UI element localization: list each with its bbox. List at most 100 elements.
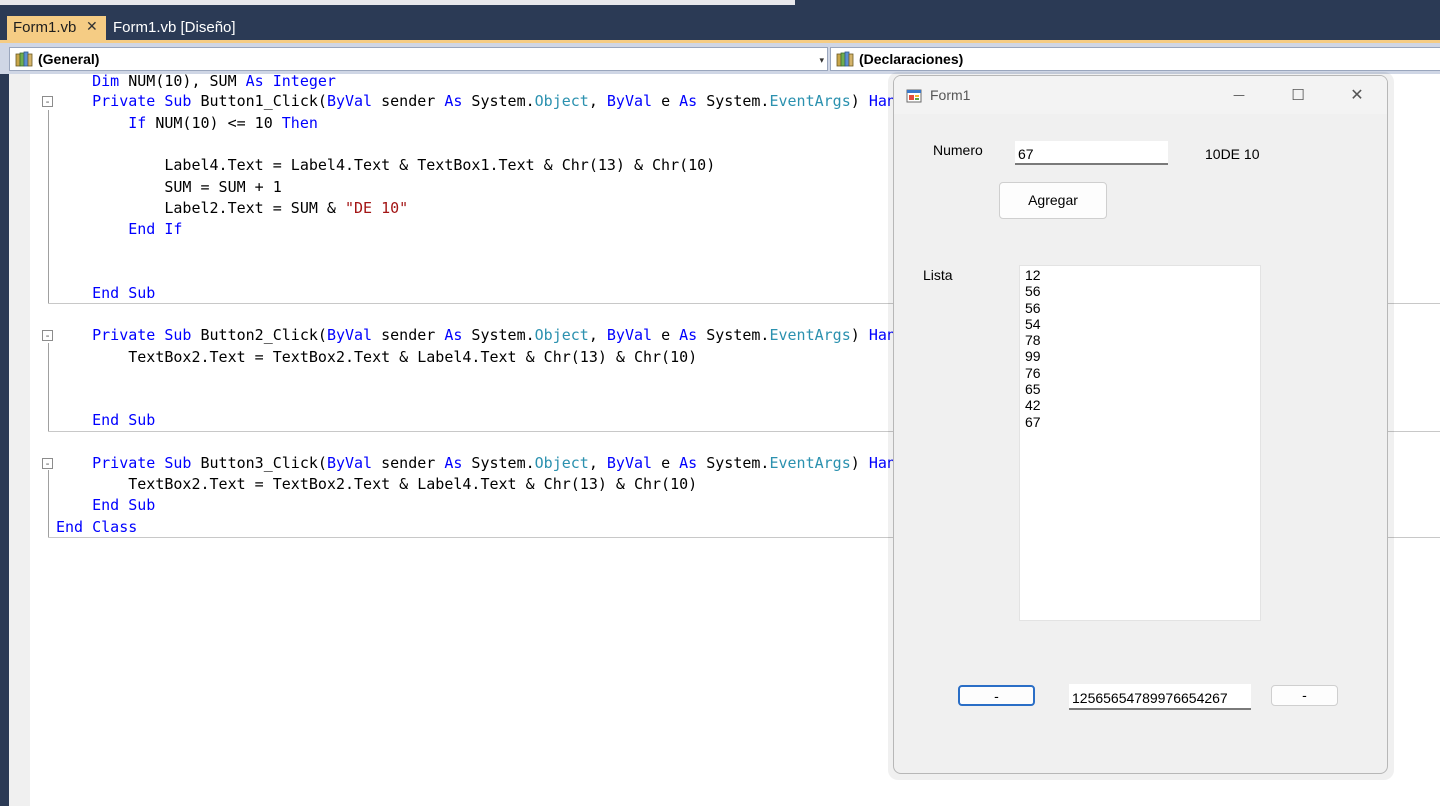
code-line[interactable]: SUM = SUM + 1 <box>56 177 281 197</box>
textbox2[interactable] <box>1069 684 1251 710</box>
editor-gutter <box>9 74 30 806</box>
code-token: e <box>652 92 680 110</box>
code-token: sender <box>372 326 445 344</box>
code-token: ByVal <box>606 92 653 110</box>
code-token: Button3_Click( <box>191 454 327 472</box>
chevron-down-icon[interactable]: ▾ <box>819 55 824 66</box>
form-titlebar[interactable]: Form1 — ☐ ✕ <box>894 76 1387 114</box>
minimize-button[interactable]: — <box>1216 82 1262 108</box>
code-token: , <box>588 454 607 472</box>
code-token: As <box>679 454 698 472</box>
numero-textbox[interactable] <box>1015 141 1168 165</box>
code-line[interactable]: Private Sub Button3_Click(ByVal sender A… <box>56 453 896 473</box>
code-token: Sub <box>128 496 156 514</box>
code-token: Sub <box>164 454 192 472</box>
code-line[interactable]: If NUM(10) <= 10 Then <box>56 113 318 133</box>
button2[interactable]: - <box>958 685 1035 706</box>
list-item: 67 <box>1025 413 1041 430</box>
code-token: As <box>679 326 698 344</box>
code-token: ) <box>850 326 869 344</box>
code-token: sender <box>372 454 445 472</box>
code-token: End <box>128 220 156 238</box>
code-token: Private <box>92 454 156 472</box>
list-item: 56 <box>1025 299 1041 316</box>
code-token: System. <box>697 454 770 472</box>
list-item: 42 <box>1025 397 1041 414</box>
code-token: End <box>56 518 84 536</box>
code-token: System. <box>462 326 535 344</box>
code-line[interactable]: TextBox2.Text = TextBox2.Text & Label4.T… <box>56 474 697 494</box>
code-token: Object <box>534 92 589 110</box>
close-icon[interactable]: ✕ <box>86 18 98 35</box>
code-token: As <box>444 454 463 472</box>
code-line[interactable]: End Sub <box>56 283 155 303</box>
close-button[interactable]: ✕ <box>1334 82 1380 108</box>
navigation-bar: (General) ▾ (Declaraciones) <box>0 43 1440 74</box>
class-view-icon <box>15 51 33 67</box>
declarations-dropdown[interactable]: (Declaraciones) <box>830 47 1440 71</box>
code-token: ByVal <box>606 326 653 344</box>
button3[interactable]: - <box>1271 685 1338 706</box>
code-token: Sub <box>128 411 156 429</box>
code-line[interactable]: Label2.Text = SUM & "DE 10" <box>56 198 408 218</box>
collapse-icon[interactable]: - <box>42 330 53 341</box>
outline-line <box>48 110 49 304</box>
form1-window: Form1 — ☐ ✕ Numero 10DE 10 Agregar Lista… <box>893 75 1388 774</box>
tab-form1-vb[interactable]: Form1.vb ✕ <box>7 16 106 43</box>
code-line[interactable]: End Class <box>56 517 137 537</box>
code-line[interactable]: End Sub <box>56 495 155 515</box>
agregar-button[interactable]: Agregar <box>999 182 1107 219</box>
code-line[interactable]: Private Sub Button2_Click(ByVal sender A… <box>56 325 896 345</box>
code-line[interactable]: TextBox2.Text = TextBox2.Text & Label4.T… <box>56 347 697 367</box>
code-token: As <box>444 92 463 110</box>
code-token: Class <box>92 518 138 536</box>
code-token: TextBox2.Text = TextBox2.Text & Label4.T… <box>56 348 698 366</box>
outline-line <box>48 470 49 538</box>
code-token: EventArgs <box>769 454 851 472</box>
form-app-icon <box>906 89 922 103</box>
code-token: e <box>652 454 680 472</box>
general-dropdown[interactable]: (General) ▾ <box>9 47 828 71</box>
code-token: As <box>245 74 264 90</box>
code-line[interactable]: Private Sub Button1_Click(ByVal sender A… <box>56 91 896 111</box>
code-token: Label4.Text = Label4.Text & TextBox1.Tex… <box>56 156 716 174</box>
collapse-icon[interactable]: - <box>42 96 53 107</box>
lista-listbox[interactable]: 12 56 56 54 78 99 76 65 42 67 <box>1019 265 1261 621</box>
maximize-button[interactable]: ☐ <box>1275 82 1321 108</box>
code-token: ByVal <box>326 454 373 472</box>
ide-left-margin <box>0 74 9 806</box>
list-item: 65 <box>1025 381 1041 398</box>
code-token: ByVal <box>326 92 373 110</box>
numero-label: Numero <box>933 142 983 158</box>
list-item: 99 <box>1025 348 1041 365</box>
code-line[interactable]: Label4.Text = Label4.Text & TextBox1.Tex… <box>56 155 715 175</box>
code-token: Sub <box>164 326 192 344</box>
collapse-icon[interactable]: - <box>42 458 53 469</box>
code-token: Then <box>281 114 318 132</box>
code-token: "DE 10" <box>344 199 409 217</box>
code-token: Integer <box>272 74 336 90</box>
code-token: As <box>679 92 698 110</box>
lista-label: Lista <box>923 267 953 283</box>
general-dropdown-label: (General) <box>38 51 100 67</box>
code-line[interactable]: Dim NUM(10), SUM As Integer <box>56 74 336 91</box>
code-line[interactable]: End If <box>56 219 182 239</box>
code-token: Button1_Click( <box>191 92 327 110</box>
list-item: 56 <box>1025 283 1041 300</box>
code-token: If <box>164 220 183 238</box>
tab-form1-design[interactable]: Form1.vb [Diseño] <box>113 19 236 36</box>
list-item: 12 <box>1025 267 1041 283</box>
code-line[interactable]: End Sub <box>56 410 155 430</box>
list-item: 78 <box>1025 332 1041 349</box>
code-token: e <box>652 326 680 344</box>
